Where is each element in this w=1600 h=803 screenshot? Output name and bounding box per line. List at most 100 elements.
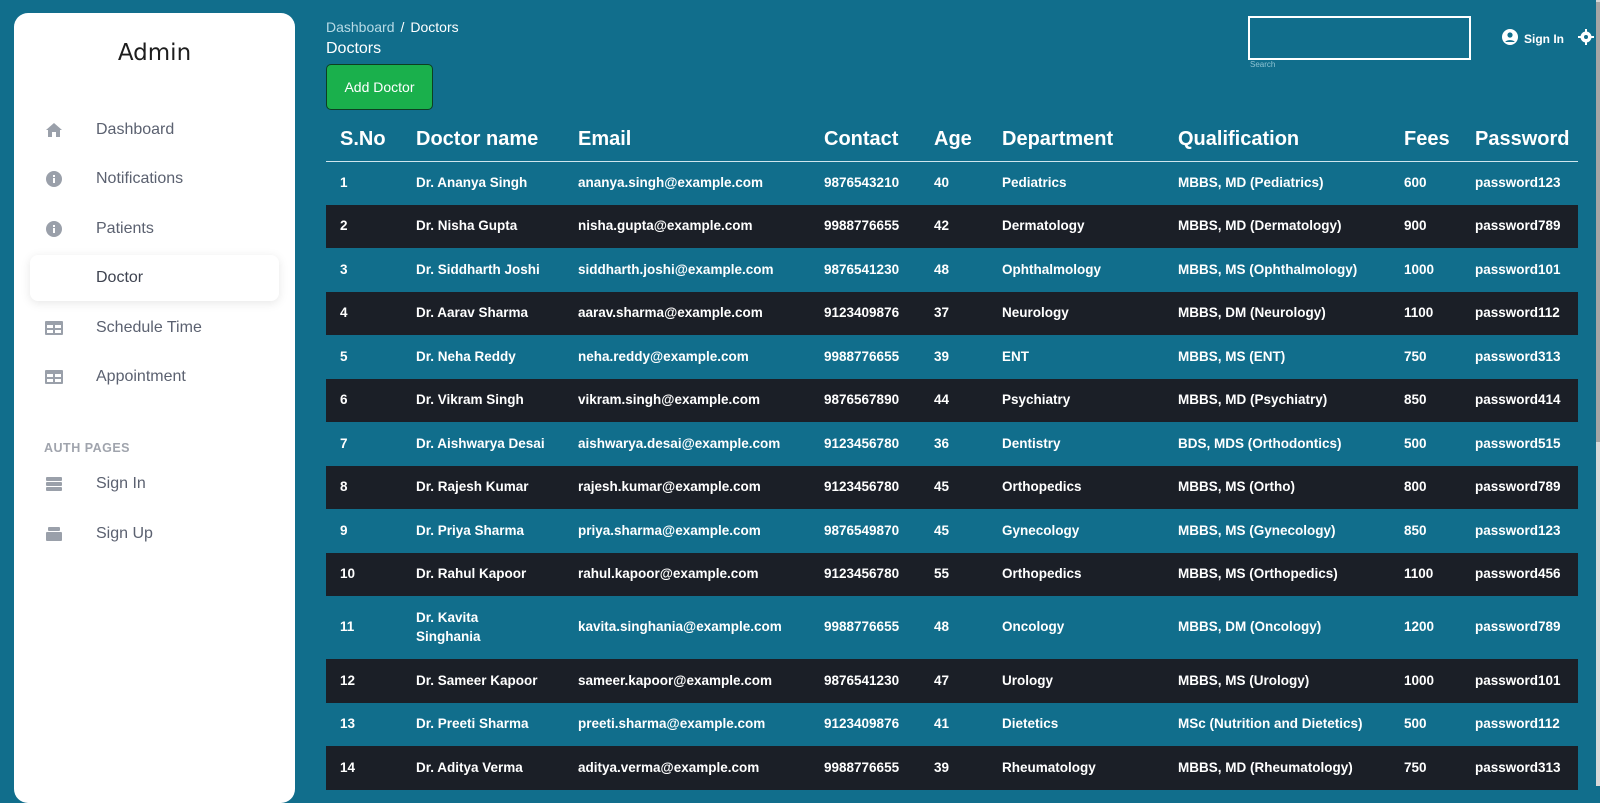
table-cell: Dr. Rahul Kapoor xyxy=(416,566,527,582)
column-header: Doctor name xyxy=(402,118,564,162)
table-cell: 8 xyxy=(340,479,348,495)
table-icon xyxy=(45,319,63,337)
sidebar-item-sign-up[interactable]: Sign Up xyxy=(30,511,279,557)
breadcrumb-root[interactable]: Dashboard xyxy=(326,19,395,35)
table-cell: priya.sharma@example.com xyxy=(578,522,761,538)
add-doctor-button[interactable]: Add Doctor xyxy=(326,64,433,110)
table-cell: 42 xyxy=(934,218,950,234)
sign-in-link[interactable]: Sign In xyxy=(1502,29,1564,48)
table-row: 11 Dr. Kavita Singhania kavita.singhania@e… xyxy=(326,596,1578,659)
sidebar-item-label: Sign Up xyxy=(96,525,153,542)
sidebar-item-appointment[interactable]: Appointment xyxy=(30,354,279,400)
table-row: 14 Dr. Aditya Verma aditya.verma@example.c… xyxy=(326,746,1578,790)
table-cell: MBBS, MD (Rheumatology) xyxy=(1178,759,1353,775)
table-row: 9 Dr. Priya Sharma priya.sharma@example.co… xyxy=(326,509,1578,553)
table-cell: 500 xyxy=(1404,716,1427,732)
table-cell: 13 xyxy=(340,716,356,732)
table-cell: MBBS, MS (Ortho) xyxy=(1178,479,1295,495)
table-cell: 850 xyxy=(1404,392,1427,408)
table-cell: Dr. Aditya Verma xyxy=(416,759,523,775)
table-cell: 5 xyxy=(340,348,348,364)
sidebar-item-patients[interactable]: Patients xyxy=(30,206,279,252)
table-cell: MSc (Nutrition and Dietetics) xyxy=(1178,716,1363,732)
table-row: 6 Dr. Vikram Singh vikram.singh@example.co… xyxy=(326,378,1578,422)
sidebar-item-label: Dashboard xyxy=(96,121,175,138)
table-row: 8 Dr. Rajesh Kumar rajesh.kumar@example.co… xyxy=(326,465,1578,509)
table-cell: 9876541230 xyxy=(824,261,900,277)
table-cell: Dr. Sameer Kapoor xyxy=(416,672,538,688)
sidebar-item-notifications[interactable]: Notifications xyxy=(30,156,279,202)
table-cell: ananya.singh@example.com xyxy=(578,174,763,190)
table-cell: password101 xyxy=(1475,261,1561,277)
sidebar-item-dashboard[interactable]: Dashboard xyxy=(30,107,279,153)
stack-icon xyxy=(45,475,63,493)
doctors-table-container: S.No Doctor name Email Contact Age Depar… xyxy=(326,118,1578,790)
sidebar-item-sign-in[interactable]: Sign In xyxy=(30,461,279,507)
table-cell: 9876543210 xyxy=(824,174,900,190)
table-cell: Dr. Siddharth Joshi xyxy=(416,261,540,277)
table-cell: aishwarya.desai@example.com xyxy=(578,435,781,451)
column-header: Contact xyxy=(810,118,920,162)
column-header: Password xyxy=(1461,118,1578,162)
table-cell: 800 xyxy=(1404,479,1427,495)
table-cell: 40 xyxy=(934,174,950,190)
table-cell: MBBS, MS (Gynecology) xyxy=(1178,522,1336,538)
table-cell: MBBS, DM (Neurology) xyxy=(1178,305,1326,321)
table-cell: ENT xyxy=(1002,348,1029,364)
table-cell: MBBS, MS (ENT) xyxy=(1178,348,1286,364)
table-cell: 500 xyxy=(1404,435,1427,451)
table-cell: Oncology xyxy=(1002,619,1065,635)
table-cell: 1100 xyxy=(1404,305,1434,321)
table-cell: aarav.sharma@example.com xyxy=(578,305,763,321)
column-header: Qualification xyxy=(1164,118,1390,162)
gear-icon[interactable] xyxy=(1578,29,1594,45)
table-cell: 55 xyxy=(934,566,950,582)
table-cell: password515 xyxy=(1475,435,1561,451)
table-cell: rajesh.kumar@example.com xyxy=(578,479,761,495)
table-cell: Dr. Vikram Singh xyxy=(416,392,524,408)
table-cell: Dr. Priya Sharma xyxy=(416,522,525,538)
table-cell: 1200 xyxy=(1404,619,1435,635)
table-cell: neha.reddy@example.com xyxy=(578,348,749,364)
table-cell: 1 xyxy=(340,174,348,190)
table-row: 3 Dr. Siddharth Joshi siddharth.joshi@exam… xyxy=(326,248,1578,292)
table-cell: vikram.singh@example.com xyxy=(578,392,760,408)
breadcrumb-separator: / xyxy=(400,19,405,35)
table-cell: 48 xyxy=(934,619,950,635)
scrollbar-thumb[interactable] xyxy=(1596,2,1600,442)
table-cell: 9988776655 xyxy=(824,348,900,364)
table-cell: MBBS, MS (Urology) xyxy=(1178,672,1310,688)
sidebar-item-label: Schedule Time xyxy=(96,319,202,336)
table-cell: nisha.gupta@example.com xyxy=(578,218,753,234)
table-cell: 9123456780 xyxy=(824,435,900,451)
table-cell: siddharth.joshi@example.com xyxy=(578,261,774,277)
sign-in-label: Sign In xyxy=(1524,31,1564,46)
sidebar-item-label: Sign In xyxy=(96,475,146,492)
table-cell: 45 xyxy=(934,479,950,495)
table-cell: Dr. Ananya Singh xyxy=(416,174,528,190)
table-cell: 9988776655 xyxy=(824,759,900,775)
table-cell: 44 xyxy=(934,392,950,408)
table-cell: Dr. Aishwarya Desai xyxy=(416,435,545,451)
table-cell: MBBS, MS (Ophthalmology) xyxy=(1178,261,1358,277)
table-cell: 9123456780 xyxy=(824,566,900,582)
table-cell: 9876541230 xyxy=(824,672,900,688)
search-input[interactable] xyxy=(1248,16,1471,60)
table-cell: Dermatology xyxy=(1002,218,1085,234)
sidebar-item-doctor[interactable]: Doctor xyxy=(30,255,279,301)
table-cell: 9876567890 xyxy=(824,392,900,408)
table-cell: 9 xyxy=(340,522,348,538)
column-header: Age xyxy=(920,118,988,162)
breadcrumb: Dashboard / Doctors xyxy=(326,19,459,35)
table-cell: Ophthalmology xyxy=(1002,261,1101,277)
sidebar-item-schedule-time[interactable]: Schedule Time xyxy=(30,305,279,351)
table-row: 7 Dr. Aishwarya Desai aishwarya.desai@exam… xyxy=(326,422,1578,466)
table-cell: Orthopedics xyxy=(1002,479,1082,495)
table-cell: password313 xyxy=(1475,348,1561,364)
table-body: 1 Dr. Ananya Singh ananya.singh@example.co… xyxy=(326,161,1578,790)
sidebar-item-label: Appointment xyxy=(96,368,186,385)
page-title: Doctors xyxy=(326,40,382,57)
info-icon xyxy=(45,170,63,188)
table-cell: 10 xyxy=(340,566,356,582)
table-cell: password123 xyxy=(1475,522,1561,538)
